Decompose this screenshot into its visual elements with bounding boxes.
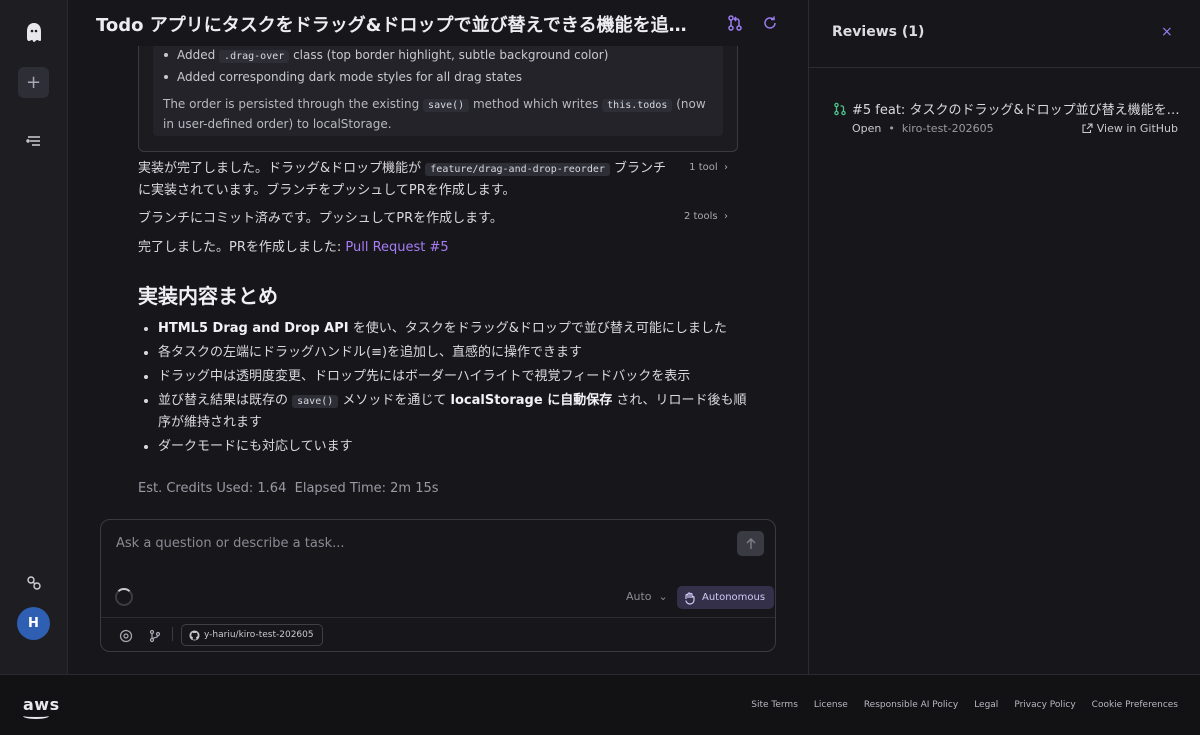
footer-link-site-terms[interactable]: Site Terms [751, 700, 798, 710]
credits-line: Est. Credits Used: 1.64 Elapsed Time: 2m… [138, 481, 439, 496]
footer-link-cookie-preferences[interactable]: Cookie Preferences [1092, 700, 1178, 710]
page-title: Todo アプリにタスクをドラッグ&ドロップで並び替えできる機能を追加して... [96, 15, 696, 36]
inline-code: save() [292, 395, 339, 408]
list-item: 各タスクの左端にドラッグハンドル(≡)を追加し、直感的に操作できます [138, 342, 748, 363]
integrations-icon[interactable] [18, 567, 49, 598]
tasks-icon[interactable] [18, 125, 49, 156]
tools-toggle[interactable]: 2 tools › [684, 211, 728, 222]
autonomous-mode-button[interactable]: Autonomous [677, 586, 775, 609]
external-link-icon [1082, 123, 1093, 134]
persist-note: The order is persisted through the exist… [163, 97, 706, 131]
inline-code: .drag-over [219, 50, 290, 63]
avatar[interactable]: H [17, 607, 50, 640]
list-item: HTML5 Drag and Drop API を使い、タスクをドラッグ&ドロッ… [138, 318, 748, 339]
aws-logo[interactable]: aws [23, 695, 60, 719]
view-in-github-link[interactable]: View in GitHub [1082, 122, 1178, 135]
github-icon [189, 629, 200, 641]
inline-code: save() [423, 99, 470, 112]
app-root: + H Added .drag-over class (top border h… [0, 0, 1200, 735]
pr-meta: Open • kiro-test-202605 [852, 122, 994, 135]
repo-selector[interactable]: y-hariu/kiro-test-202605 [181, 624, 323, 646]
list-item: ダークモードにも対応しています [138, 436, 748, 457]
pull-request-link[interactable]: Pull Request #5 [345, 240, 448, 255]
close-icon[interactable]: × [1161, 24, 1173, 40]
composer: Auto ⌄ Autonomous y-hariu/kiro-test-2026… [100, 519, 776, 652]
summary-heading: 実装内容まとめ [138, 284, 278, 308]
ghost-logo-icon[interactable] [18, 17, 49, 48]
aws-smile-icon [23, 713, 49, 719]
reviews-heading: Reviews (1) [832, 24, 925, 40]
divider [809, 67, 1200, 68]
status-badge: Open [852, 122, 882, 135]
pull-request-icon[interactable] [726, 14, 744, 32]
model-select[interactable]: Auto ⌄ [626, 590, 668, 603]
loading-spinner-icon [115, 588, 133, 606]
main-panel: Added .drag-over class (top border highl… [68, 0, 808, 674]
list-item: ドラッグ中は透明度変更、ドロップ先にはボーダーハイライトで視覚フィードバックを表… [138, 366, 748, 387]
footer-link-responsible-ai[interactable]: Responsible AI Policy [864, 700, 958, 710]
spec-icon[interactable] [119, 628, 133, 643]
divider [172, 627, 173, 641]
send-button[interactable] [737, 531, 764, 556]
list-item: 並び替え結果は既存の save() メソッドを通じて localStorage … [138, 390, 748, 433]
summary-list: HTML5 Drag and Drop API を使い、タスクをドラッグ&ドロッ… [138, 318, 748, 460]
refresh-icon[interactable] [761, 14, 779, 32]
branch-icon[interactable] [148, 628, 162, 643]
branch-code: feature/drag-and-drop-reorder [425, 163, 610, 176]
hand-icon [685, 591, 695, 605]
tools-toggle[interactable]: 1 tool › [689, 162, 728, 173]
branch-name: kiro-test-202605 [901, 122, 994, 135]
task-input[interactable] [116, 532, 716, 554]
inline-code: this.todos [602, 99, 673, 112]
change-list: Added .drag-over class (top border highl… [163, 45, 713, 87]
list-item: Added .drag-over class (top border highl… [163, 45, 713, 67]
left-rail: + H [0, 0, 68, 674]
title-bar: Todo アプリにタスクをドラッグ&ドロップで並び替えできる機能を追加して... [68, 0, 808, 46]
message-pr-created: 完了しました。PRを作成しました: Pull Request #5 [138, 240, 449, 255]
footer-links: Site Terms License Responsible AI Policy… [751, 700, 1178, 710]
footer: aws Site Terms License Responsible AI Po… [0, 674, 1200, 735]
list-item: Added corresponding dark mode styles for… [163, 67, 713, 87]
divider [101, 617, 775, 618]
pull-request-icon [833, 101, 847, 116]
footer-link-privacy[interactable]: Privacy Policy [1014, 700, 1075, 710]
message-committed: ブランチにコミット済みです。プッシュしてPRを作成します。 [138, 211, 503, 226]
footer-link-legal[interactable]: Legal [974, 700, 998, 710]
reviews-panel: Reviews (1) × #5 feat: タスクのドラッグ&ドロップ並び替え… [808, 0, 1200, 674]
pr-title-link[interactable]: #5 feat: タスクのドラッグ&ドロップ並び替え機能を追加 [852, 99, 1187, 118]
message-implemented: 実装が完了しました。ドラッグ&ドロップ機能が feature/drag-and-… [138, 161, 667, 198]
new-task-button[interactable]: + [18, 67, 49, 98]
footer-link-license[interactable]: License [814, 700, 848, 710]
